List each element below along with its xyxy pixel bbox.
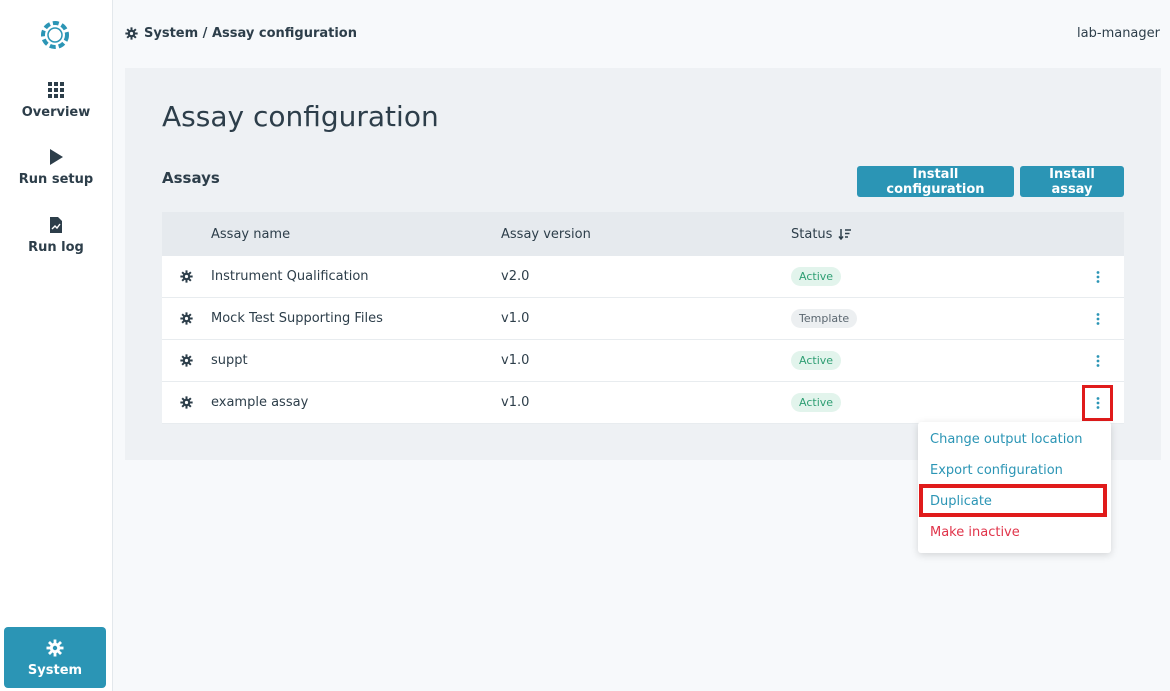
assays-table: Assay name Assay version Status Instrume… <box>162 212 1124 424</box>
table-row[interactable]: example assay v1.0 Active <box>162 382 1124 424</box>
menu-item-change-output-location[interactable]: Change output location <box>930 432 1083 447</box>
main-panel: Assay configuration Assays Install confi… <box>125 68 1161 460</box>
table-row[interactable]: Mock Test Supporting Files v1.0 Template <box>162 298 1124 340</box>
status-badge: Active <box>791 267 842 286</box>
gear-icon <box>180 354 193 367</box>
grid-icon <box>48 82 64 98</box>
sidebar-item-label: Run log <box>28 240 84 255</box>
kebab-menu-icon[interactable] <box>1088 351 1108 371</box>
table-header: Assay name Assay version Status <box>162 212 1124 256</box>
document-chart-icon <box>50 217 62 233</box>
play-icon <box>50 149 63 165</box>
assay-name-cell: example assay <box>211 395 309 410</box>
section-title: Assays <box>162 169 220 187</box>
gear-icon <box>180 270 193 283</box>
column-header-assay-version: Assay version <box>501 226 591 242</box>
gear-icon <box>180 396 193 409</box>
column-header-status-label: Status <box>791 226 833 242</box>
table-row[interactable]: suppt v1.0 Active <box>162 340 1124 382</box>
column-header-status[interactable]: Status <box>791 227 1071 242</box>
row-actions-dropdown: Change output location Export configurat… <box>918 422 1111 553</box>
install-assay-button[interactable]: Install assay <box>1020 166 1124 197</box>
assay-name-cell: suppt <box>211 353 248 368</box>
sidebar-item-overview[interactable]: Overview <box>0 81 112 120</box>
table-row[interactable]: Instrument Qualification v2.0 Active <box>162 256 1124 298</box>
assay-name-cell: Instrument Qualification <box>211 269 369 284</box>
page-title: Assay configuration <box>162 100 439 133</box>
breadcrumb-text[interactable]: System / Assay configuration <box>144 26 357 41</box>
duplicate-highlight-box <box>919 484 1107 517</box>
sidebar-item-label: System <box>27 663 83 678</box>
menu-item-make-inactive[interactable]: Make inactive <box>930 525 1020 540</box>
status-badge: Template <box>791 309 858 328</box>
assay-version-cell: v1.0 <box>501 395 530 410</box>
assay-version-cell: v2.0 <box>501 269 530 284</box>
sidebar-item-label: Overview <box>21 105 91 120</box>
column-header-assay-name: Assay name <box>211 226 291 242</box>
menu-item-export-configuration[interactable]: Export configuration <box>930 463 1063 478</box>
sidebar: Overview Run setup Run log System <box>0 0 113 691</box>
sort-icon[interactable] <box>838 228 852 240</box>
sidebar-item-run-setup[interactable]: Run setup <box>0 148 112 187</box>
sidebar-item-system[interactable]: System <box>4 627 106 688</box>
assay-name-cell: Mock Test Supporting Files <box>211 311 383 326</box>
sidebar-item-label: Run setup <box>18 172 94 187</box>
kebab-menu-icon[interactable] <box>1082 384 1113 421</box>
assay-version-cell: v1.0 <box>501 311 530 326</box>
kebab-menu-icon[interactable] <box>1088 267 1108 287</box>
status-badge: Active <box>791 393 842 412</box>
aperture-logo-icon[interactable] <box>38 18 72 52</box>
status-badge: Active <box>791 351 842 370</box>
sidebar-item-run-log[interactable]: Run log <box>0 216 112 255</box>
install-configuration-button[interactable]: Install configuration <box>857 166 1014 197</box>
user-name[interactable]: lab-manager <box>1077 26 1160 41</box>
gear-icon <box>125 27 138 40</box>
gear-icon <box>180 312 193 325</box>
assay-version-cell: v1.0 <box>501 353 530 368</box>
gear-icon <box>46 639 64 657</box>
breadcrumb: System / Assay configuration <box>125 26 357 41</box>
kebab-menu-icon[interactable] <box>1088 309 1108 329</box>
